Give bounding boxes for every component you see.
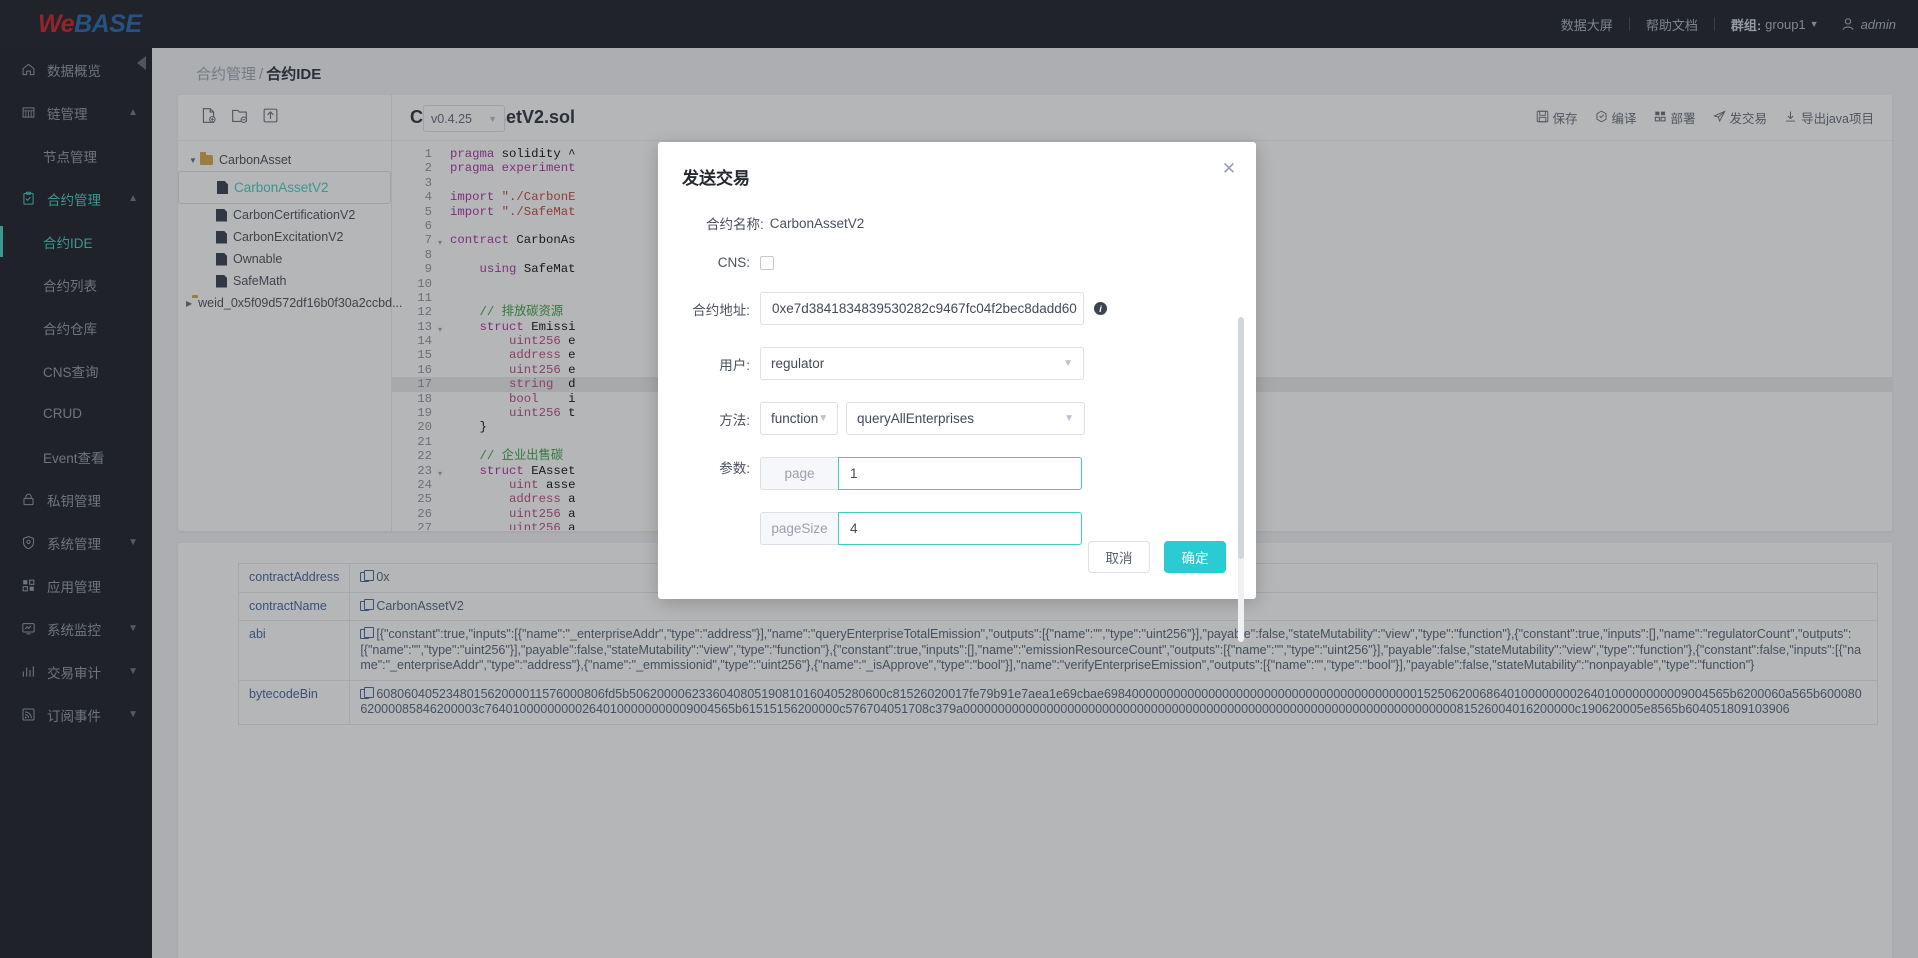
info-icon[interactable]: i — [1094, 302, 1107, 315]
confirm-button[interactable]: 确定 — [1164, 541, 1226, 573]
close-icon[interactable]: ✕ — [1220, 160, 1238, 178]
send-transaction-modal: 发送交易 ✕ 合约名称: CarbonAssetV2 CNS: 合约地址: 0x… — [658, 142, 1256, 642]
params-area: 参数: page 1 pageSize 4 — [682, 457, 1226, 545]
contract-address-input[interactable]: 0xe7d3841834839530282c9467fc04f2bec8dadd… — [760, 292, 1084, 325]
param-row: 参数: page 1 — [682, 457, 1226, 490]
user-label: 用户: — [719, 357, 750, 373]
modal-scrollbar[interactable] — [1238, 317, 1244, 642]
method-type-select[interactable]: function ▼ — [760, 402, 838, 435]
method-name-value: queryAllEnterprises — [857, 411, 975, 426]
user-select[interactable]: regulator ▼ — [760, 347, 1084, 380]
cns-row: CNS: — [682, 255, 1226, 270]
chevron-down-icon: ▼ — [1063, 358, 1073, 369]
contract-address-label: 合约地址: — [692, 302, 750, 318]
params-label-spacer — [682, 512, 760, 545]
param-input-pageSize[interactable]: 4 — [838, 512, 1082, 545]
contract-name-value: CarbonAssetV2 — [769, 215, 865, 231]
modal-title: 发送交易 — [682, 169, 750, 188]
contract-address-row: 合约地址: 0xe7d3841834839530282c9467fc04f2be… — [682, 292, 1226, 325]
method-type-value: function — [771, 411, 819, 426]
contract-name-label: 合约名称: — [706, 217, 764, 232]
cancel-button[interactable]: 取消 — [1088, 541, 1150, 573]
param-input-page[interactable]: 1 — [838, 457, 1082, 490]
modal-scrollbar-thumb[interactable] — [1238, 317, 1244, 559]
param-name: page — [760, 457, 838, 490]
contract-name-row: 合约名称: CarbonAssetV2 — [682, 213, 1226, 233]
cns-label: CNS: — [717, 255, 750, 270]
params-label: 参数: — [719, 461, 750, 476]
modal-body: 合约名称: CarbonAssetV2 CNS: 合约地址: 0xe7d3841… — [658, 189, 1256, 545]
modal-footer: 取消 确定 — [1088, 541, 1226, 573]
method-name-select[interactable]: queryAllEnterprises ▼ — [846, 402, 1085, 435]
chevron-down-icon: ▼ — [1064, 413, 1074, 424]
method-label: 方法: — [719, 412, 750, 428]
user-select-value: regulator — [771, 356, 825, 371]
cns-checkbox[interactable] — [760, 255, 774, 270]
method-row: 方法: function ▼ queryAllEnterprises ▼ — [682, 402, 1226, 435]
user-row: 用户: regulator ▼ — [682, 347, 1226, 380]
param-name: pageSize — [760, 512, 838, 545]
chevron-down-icon: ▼ — [818, 413, 829, 424]
